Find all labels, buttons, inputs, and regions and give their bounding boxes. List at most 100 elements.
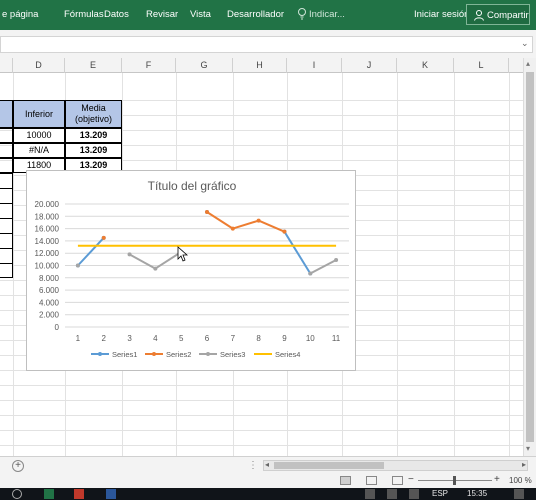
- sign-in-link[interactable]: Iniciar sesión: [414, 9, 469, 20]
- word-app-icon[interactable]: [106, 489, 116, 499]
- x-tick-label: 4: [153, 334, 158, 343]
- x-tick-label: 6: [205, 334, 210, 343]
- legend-label: Series4: [275, 350, 300, 359]
- app-icon[interactable]: [74, 489, 84, 499]
- tab-data[interactable]: Datos: [104, 9, 129, 20]
- lightbulb-icon: [298, 8, 306, 20]
- zoom-out-icon[interactable]: −: [408, 474, 414, 485]
- legend-marker: [152, 352, 156, 356]
- header-media-objetivo[interactable]: Media (objetivo): [65, 100, 122, 128]
- legend-marker: [206, 352, 210, 356]
- horizontal-scrollbar[interactable]: ◂ ▸: [263, 460, 528, 471]
- cell-partial[interactable]: [0, 158, 13, 173]
- page-layout-view-icon[interactable]: [366, 476, 377, 485]
- tab-developer[interactable]: Desarrollador: [227, 9, 284, 20]
- share-button[interactable]: Compartir: [466, 4, 530, 25]
- x-tick-label: 3: [127, 334, 132, 343]
- column-header-h[interactable]: H: [233, 58, 287, 73]
- grid-line: [0, 445, 523, 446]
- data-point: [127, 252, 132, 257]
- data-point: [205, 209, 209, 214]
- scroll-up-icon[interactable]: ▴: [526, 59, 530, 68]
- scroll-down-icon[interactable]: ▾: [526, 444, 530, 453]
- table-cell[interactable]: 13.209: [65, 143, 122, 158]
- x-tick-label: 1: [76, 334, 81, 343]
- cell-partial-block[interactable]: [0, 173, 13, 278]
- data-point: [230, 226, 235, 231]
- table-cell[interactable]: 13.209: [65, 128, 122, 143]
- column-header-f[interactable]: F: [122, 58, 176, 73]
- cell-partial[interactable]: [0, 143, 13, 158]
- legend-label: Series2: [166, 350, 191, 359]
- column-header-j[interactable]: J: [342, 58, 397, 73]
- scroll-right-icon[interactable]: ▸: [522, 460, 526, 469]
- tab-formulas[interactable]: Fórmulas: [64, 9, 104, 20]
- tell-me-input[interactable]: Indicar...: [309, 9, 345, 20]
- column-header-i[interactable]: I: [287, 58, 342, 73]
- tab-page-layout[interactable]: e página: [2, 9, 38, 20]
- grid-line: [0, 430, 523, 431]
- data-point: [75, 263, 80, 268]
- table-cell[interactable]: #N/A: [13, 143, 65, 158]
- series-line-series1: [283, 231, 312, 275]
- start-icon[interactable]: [12, 489, 22, 499]
- y-tick-label: 6.000: [39, 286, 60, 295]
- column-header-e[interactable]: E: [65, 58, 122, 73]
- scroll-left-icon[interactable]: ◂: [265, 460, 269, 469]
- tab-view[interactable]: Vista: [190, 9, 211, 20]
- column-header-l[interactable]: L: [454, 58, 509, 73]
- column-header-g[interactable]: G: [176, 58, 233, 73]
- y-tick-label: 4.000: [39, 298, 60, 307]
- vertical-scroll-thumb[interactable]: [526, 72, 534, 442]
- horizontal-scroll-thumb[interactable]: [274, 462, 384, 469]
- grid-line: [0, 415, 523, 416]
- x-tick-label: 10: [306, 334, 315, 343]
- x-tick-label: 9: [282, 334, 287, 343]
- vertical-scrollbar[interactable]: ▴ ▾: [523, 58, 536, 456]
- column-header-d[interactable]: D: [13, 58, 65, 73]
- data-point: [153, 266, 158, 271]
- grid-line: [0, 400, 523, 401]
- header-inferior[interactable]: Inferior: [13, 100, 65, 128]
- column-headers: D E F G H I J K L: [0, 58, 523, 73]
- normal-view-icon[interactable]: [340, 476, 351, 485]
- status-bar: − + 100 %: [0, 474, 536, 488]
- line-chart[interactable]: Título del gráfico 0 2.000 4.000 6.000 8.000 1…: [26, 170, 356, 371]
- table-cell[interactable]: 10000: [13, 128, 65, 143]
- y-tick-label: 14.000: [35, 237, 60, 246]
- share-label: Compartir: [487, 10, 529, 21]
- chart-canvas: Título del gráfico 0 2.000 4.000 6.000 8.000 1…: [35, 179, 349, 359]
- header-cell-partial[interactable]: [0, 100, 13, 128]
- language-indicator[interactable]: ESP: [432, 489, 448, 498]
- tray-icon[interactable]: [409, 489, 419, 499]
- page-break-view-icon[interactable]: [392, 476, 403, 485]
- add-sheet-button[interactable]: +: [12, 460, 24, 472]
- legend-label: Series3: [220, 350, 245, 359]
- tab-review[interactable]: Revisar: [146, 9, 178, 20]
- series-line-series3: [309, 259, 337, 275]
- formula-input[interactable]: [0, 36, 533, 53]
- tray-icon[interactable]: [365, 489, 375, 499]
- series-line-series1: [77, 237, 105, 267]
- data-point: [256, 218, 261, 223]
- expand-formula-bar-icon[interactable]: ⌄: [521, 38, 531, 50]
- cell-partial[interactable]: [0, 128, 13, 143]
- clock[interactable]: 15:35: [467, 489, 487, 498]
- person-icon: [474, 10, 484, 21]
- y-tick-label: 10.000: [35, 262, 60, 271]
- y-tick-label: 12.000: [35, 249, 60, 258]
- y-tick-label: 16.000: [35, 225, 60, 234]
- notifications-icon[interactable]: [514, 489, 524, 499]
- x-tick-label: 7: [231, 334, 236, 343]
- more-icon[interactable]: ⋮: [248, 460, 258, 471]
- zoom-level[interactable]: 100 %: [509, 476, 532, 485]
- data-point: [308, 271, 313, 276]
- column-header-partial[interactable]: [0, 58, 13, 73]
- zoom-slider-thumb[interactable]: [453, 476, 456, 485]
- column-header-k[interactable]: K: [397, 58, 454, 73]
- tray-icon[interactable]: [387, 489, 397, 499]
- excel-app-icon[interactable]: [44, 489, 54, 499]
- x-tick-label: 5: [179, 334, 184, 343]
- zoom-in-icon[interactable]: +: [494, 474, 500, 485]
- x-tick-label: 11: [332, 334, 341, 343]
